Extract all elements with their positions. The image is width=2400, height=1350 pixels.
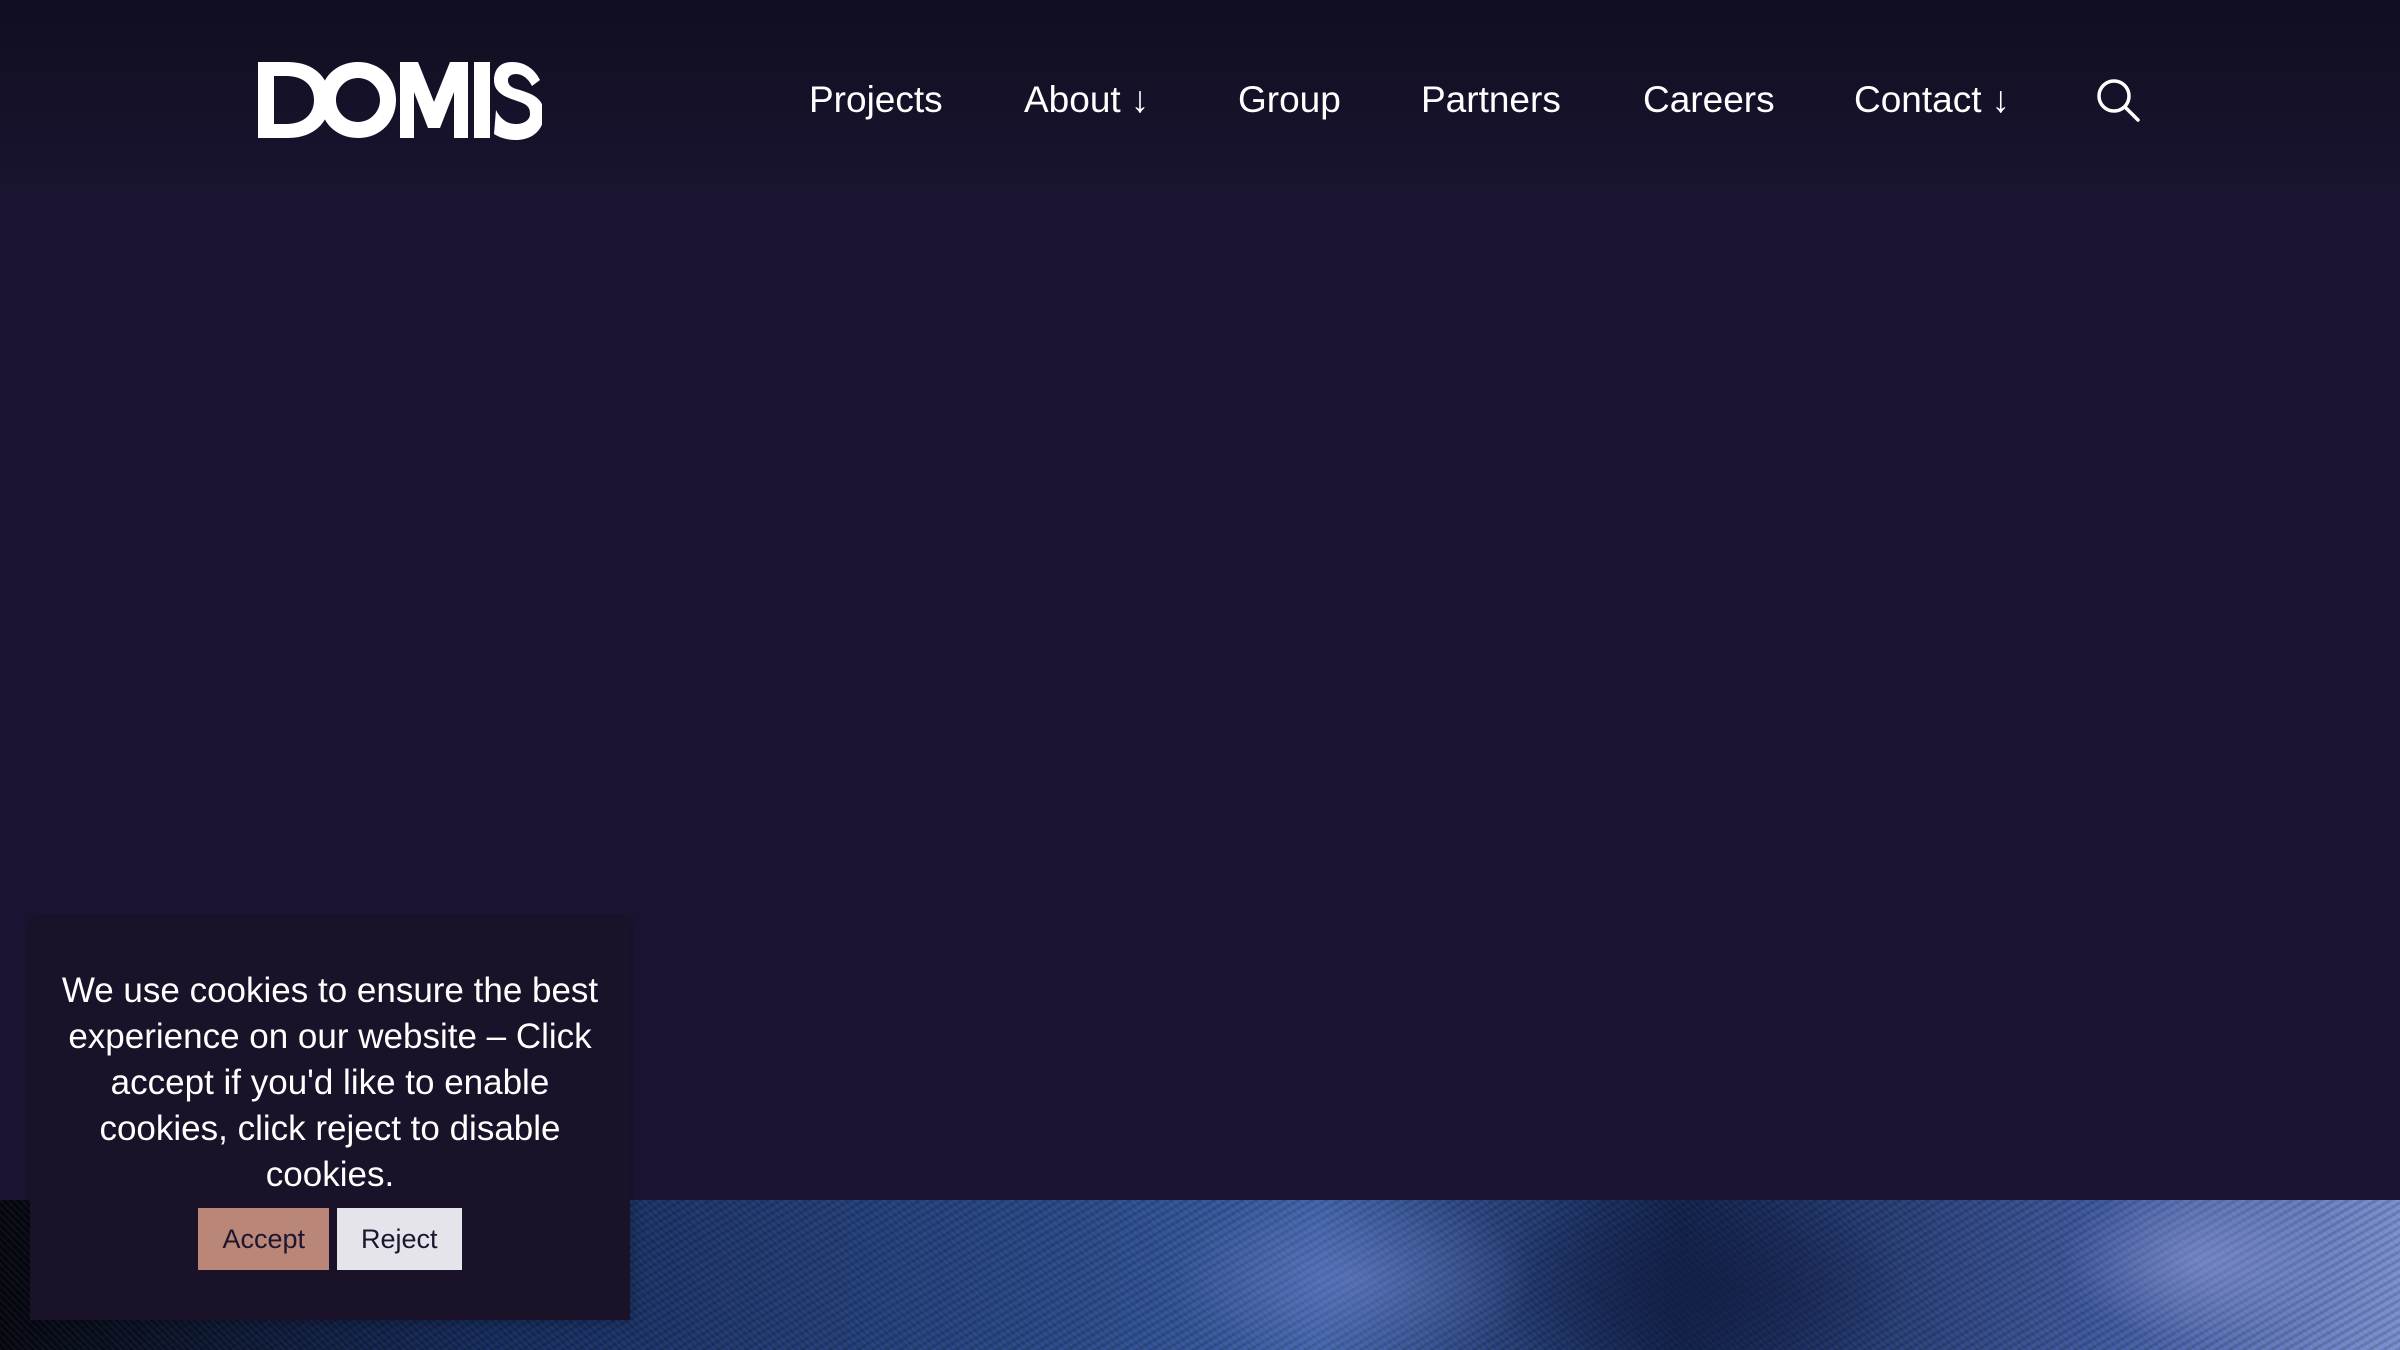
nav-item-label: Partners <box>1421 79 1561 120</box>
cookie-message: We use cookies to ensure the best experi… <box>61 971 599 1194</box>
nav-item-contact[interactable]: Contact ↓ <box>1854 72 2010 128</box>
cookie-banner: We use cookies to ensure the best experi… <box>30 918 630 1320</box>
nav-item-label: Projects <box>809 79 943 120</box>
nav-item-label: Careers <box>1643 79 1775 120</box>
nav-item-projects[interactable]: Projects <box>809 72 943 128</box>
reject-button[interactable]: Reject <box>337 1208 462 1270</box>
arrow-down-icon: ↓ <box>1130 79 1150 120</box>
site-header: Projects About ↓ Group Partners Careers C… <box>0 0 2400 200</box>
search-icon <box>2097 79 2140 122</box>
nav-item-label: Contact <box>1854 79 1982 120</box>
nav-item-label: About <box>1024 79 1121 120</box>
nav-item-about[interactable]: About ↓ <box>1024 72 1149 128</box>
search-button[interactable] <box>2094 76 2142 124</box>
arrow-down-icon: ↓ <box>1991 79 2011 120</box>
page: Projects About ↓ Group Partners Careers C… <box>0 0 2400 1350</box>
accept-button[interactable]: Accept <box>198 1208 329 1270</box>
nav-item-partners[interactable]: Partners <box>1421 72 1561 128</box>
main-nav: Projects About ↓ Group Partners Careers C… <box>0 72 2400 128</box>
nav-item-group[interactable]: Group <box>1238 72 1341 128</box>
nav-item-label: Group <box>1238 79 1341 120</box>
cookie-buttons: Accept Reject <box>30 1208 630 1270</box>
nav-item-careers[interactable]: Careers <box>1643 72 1775 128</box>
